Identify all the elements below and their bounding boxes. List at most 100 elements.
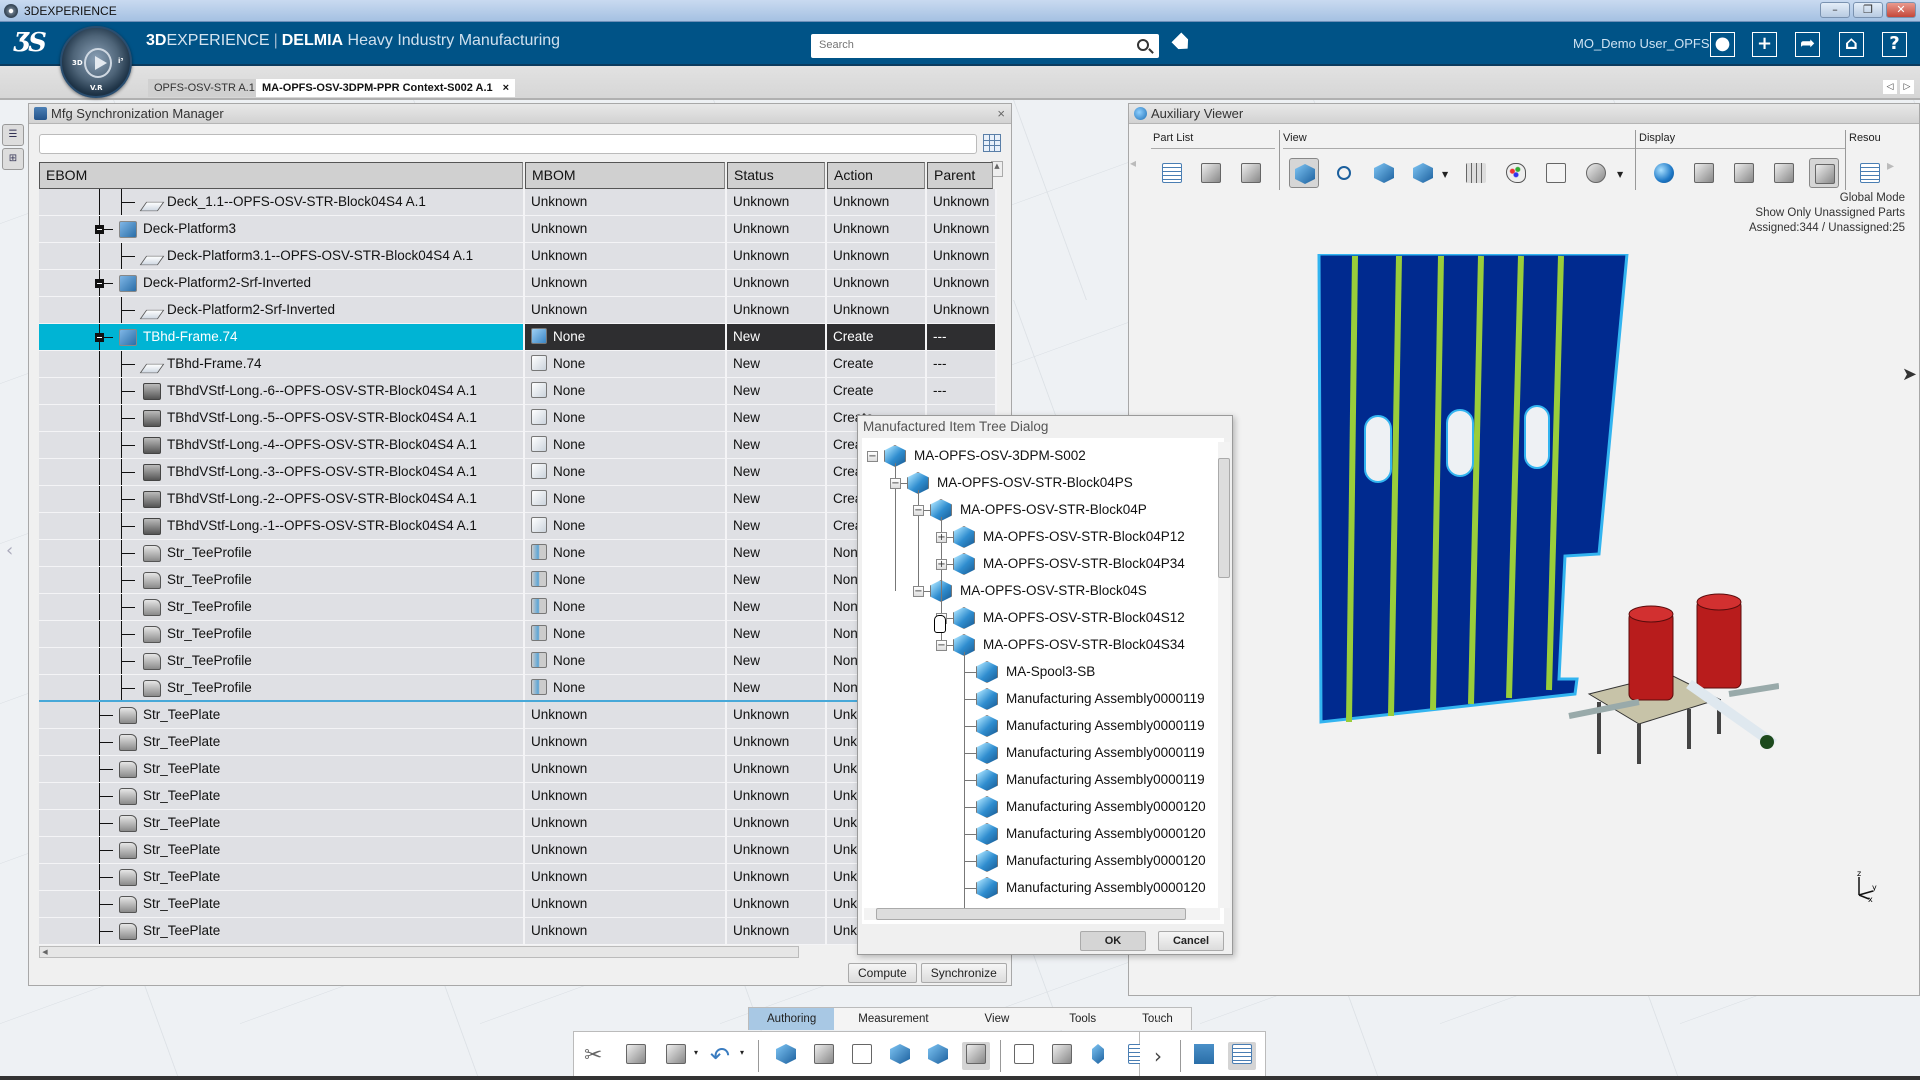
cell-status[interactable]: New — [727, 540, 827, 566]
show-all-button[interactable] — [1729, 158, 1759, 188]
cell-ebom[interactable]: TBhdVStf-Long.-3--OPFS-OSV-STR-Block04S4… — [39, 459, 525, 485]
edit-part-icon[interactable] — [810, 1042, 838, 1070]
cell-status[interactable]: New — [727, 648, 827, 674]
cell-mbom[interactable]: None — [525, 324, 727, 350]
cell-mbom[interactable]: None — [525, 513, 727, 539]
column-header-mbom[interactable]: MBOM — [525, 162, 725, 189]
tab-measurement[interactable]: Measurement — [834, 1008, 952, 1030]
table-row[interactable]: Str_TeePlateUnknownUnknownUnknown — [39, 756, 997, 783]
dialog-vertical-scrollbar[interactable] — [1218, 442, 1230, 908]
tab-scroll-right-icon[interactable]: ▷ — [1900, 80, 1914, 94]
collapse-toggle-icon[interactable]: − — [890, 478, 901, 489]
show-assigned-button[interactable] — [1689, 158, 1719, 188]
cell-ebom[interactable]: Deck-Platform3.1--OPFS-OSV-STR-Block04S4… — [39, 243, 525, 269]
cell-status[interactable]: New — [727, 567, 827, 593]
pump-assembly[interactable] — [1568, 593, 1779, 764]
synchronize-tool-icon[interactable] — [962, 1042, 990, 1070]
search-icon[interactable] — [1137, 39, 1149, 51]
tree-layout-icon[interactable] — [1190, 1042, 1218, 1070]
paste-dropdown-icon[interactable]: ▾ — [694, 1048, 698, 1057]
table-row[interactable]: Str_TeeProfile None New None — [39, 567, 997, 594]
close-panel-icon[interactable]: × — [997, 104, 1005, 124]
cell-status[interactable]: Unknown — [727, 243, 827, 269]
home-button[interactable]: ⌂ — [1839, 32, 1864, 57]
close-tab-icon[interactable]: × — [503, 82, 509, 94]
show-unassigned-button[interactable] — [1769, 158, 1799, 188]
assignment-icon[interactable] — [1010, 1042, 1038, 1070]
part-filter-button[interactable] — [1196, 158, 1226, 188]
table-row[interactable]: TBhdVStf-Long.-6--OPFS-OSV-STR-Block04S4… — [39, 378, 997, 405]
flow-layout-icon[interactable] — [1228, 1042, 1256, 1070]
cell-mbom[interactable]: Unknown — [525, 243, 727, 269]
column-header-status[interactable]: Status — [727, 162, 825, 189]
table-row[interactable]: TBhdVStf-Long.-4--OPFS-OSV-STR-Block04S4… — [39, 432, 997, 459]
cell-status[interactable]: Unknown — [727, 189, 827, 215]
more-tools-icon[interactable]: › — [1144, 1042, 1172, 1070]
cell-mbom[interactable]: Unknown — [525, 756, 727, 782]
cut-icon[interactable]: ✂ — [584, 1042, 612, 1070]
cell-ebom[interactable]: Str_TeePlate — [39, 891, 525, 917]
open-icon[interactable] — [1048, 1042, 1076, 1070]
view-mode-dropdown-icon[interactable]: ▼ — [1442, 170, 1448, 179]
cell-mbom[interactable]: Unknown — [525, 297, 727, 323]
table-row[interactable]: Deck-Platform2-Srf-Inverted Unknown Unknow… — [39, 270, 997, 297]
collapse-toggle-icon[interactable]: − — [913, 586, 924, 597]
table-row[interactable]: Deck-Platform3 Unknown Unknown Unknown Unkno… — [39, 216, 997, 243]
share-button[interactable]: ➦ — [1795, 32, 1820, 57]
cell-ebom[interactable]: TBhd-Frame.74 — [39, 351, 525, 377]
table-row[interactable]: TBhdVStf-Long.-5--OPFS-OSV-STR-Block04S4… — [39, 405, 997, 432]
table-row[interactable]: Str_TeeProfile None New None — [39, 540, 997, 567]
cell-parent[interactable]: Unknown — [927, 189, 997, 215]
expand-action-bar-icon[interactable]: ⌄ — [1152, 1010, 1168, 1026]
cell-ebom[interactable]: Deck-Platform2-Srf-Inverted — [39, 297, 525, 323]
bulkhead-plate[interactable] — [1317, 254, 1629, 724]
part-info-button[interactable] — [1289, 158, 1319, 188]
collapse-toggle-icon[interactable]: − — [936, 640, 947, 651]
cell-action[interactable]: Unknown — [827, 243, 927, 269]
toolbar-scroll-left-icon[interactable]: ◂ — [1130, 156, 1140, 186]
cell-mbom[interactable]: None — [525, 648, 727, 674]
cell-parent[interactable]: Unknown — [927, 297, 997, 323]
table-row[interactable]: Str_TeeProfile None New None — [39, 648, 997, 675]
cell-ebom[interactable]: Str_TeeProfile — [39, 648, 525, 674]
part-list-table-button[interactable] — [1157, 158, 1187, 188]
table-row[interactable]: TBhdVStf-Long.-3--OPFS-OSV-STR-Block04S4… — [39, 459, 997, 486]
table-settings-icon[interactable] — [983, 134, 1001, 152]
copy-icon[interactable] — [622, 1042, 650, 1070]
search-box[interactable] — [811, 34, 1159, 58]
cell-mbom[interactable]: Unknown — [525, 702, 727, 728]
ok-button[interactable]: OK — [1080, 931, 1146, 951]
table-row[interactable]: Str_TeePlateUnknownUnknownUnknown — [39, 864, 997, 891]
collapse-toggle-icon[interactable] — [95, 225, 104, 234]
cell-status[interactable]: New — [727, 621, 827, 647]
cell-status[interactable]: Unknown — [727, 756, 827, 782]
table-row[interactable]: Deck-Platform3.1--OPFS-OSV-STR-Block04S4… — [39, 243, 997, 270]
collapse-toggle-icon[interactable]: − — [913, 505, 924, 516]
ghost-button[interactable] — [1541, 158, 1571, 188]
table-row[interactable]: Deck-Platform2-Srf-Inverted Unknown Unknow… — [39, 297, 997, 324]
cell-status[interactable]: Unknown — [727, 702, 827, 728]
measure-dropdown-icon[interactable]: ▼ — [1617, 170, 1623, 179]
cell-status[interactable]: Unknown — [727, 783, 827, 809]
undo-dropdown-icon[interactable]: ▾ — [740, 1048, 744, 1057]
add-assembly-icon[interactable] — [886, 1042, 914, 1070]
cell-ebom[interactable]: Str_TeePlate — [39, 729, 525, 755]
table-row[interactable]: TBhd-Frame.74 None New Create --- — [39, 324, 997, 351]
synchronize-button[interactable]: Synchronize — [920, 963, 1007, 983]
cell-mbom[interactable]: None — [525, 621, 727, 647]
cell-mbom[interactable]: Unknown — [525, 837, 727, 863]
resources-list-button[interactable] — [1855, 158, 1885, 188]
cell-action[interactable]: Unknown — [827, 297, 927, 323]
cell-mbom[interactable]: Unknown — [525, 918, 727, 944]
cell-mbom[interactable]: Unknown — [525, 729, 727, 755]
cell-parent[interactable]: Unknown — [927, 243, 997, 269]
insert-product-icon[interactable] — [772, 1042, 800, 1070]
tab-ppr-context[interactable]: MA-OPFS-OSV-3DPM-PPR Context-S002 A.1 × — [256, 79, 516, 97]
cell-ebom[interactable]: Str_TeePlate — [39, 837, 525, 863]
cell-action[interactable]: Create — [827, 351, 927, 377]
cell-ebom[interactable]: Str_TeePlate — [39, 783, 525, 809]
scroll-thumb[interactable] — [876, 908, 1186, 920]
show-only-unassigned-button[interactable] — [1809, 158, 1839, 188]
cell-ebom[interactable]: TBhdVStf-Long.-6--OPFS-OSV-STR-Block04S4… — [39, 378, 525, 404]
cell-ebom[interactable]: Deck_1.1--OPFS-OSV-STR-Block04S4 A.1 — [39, 189, 525, 215]
